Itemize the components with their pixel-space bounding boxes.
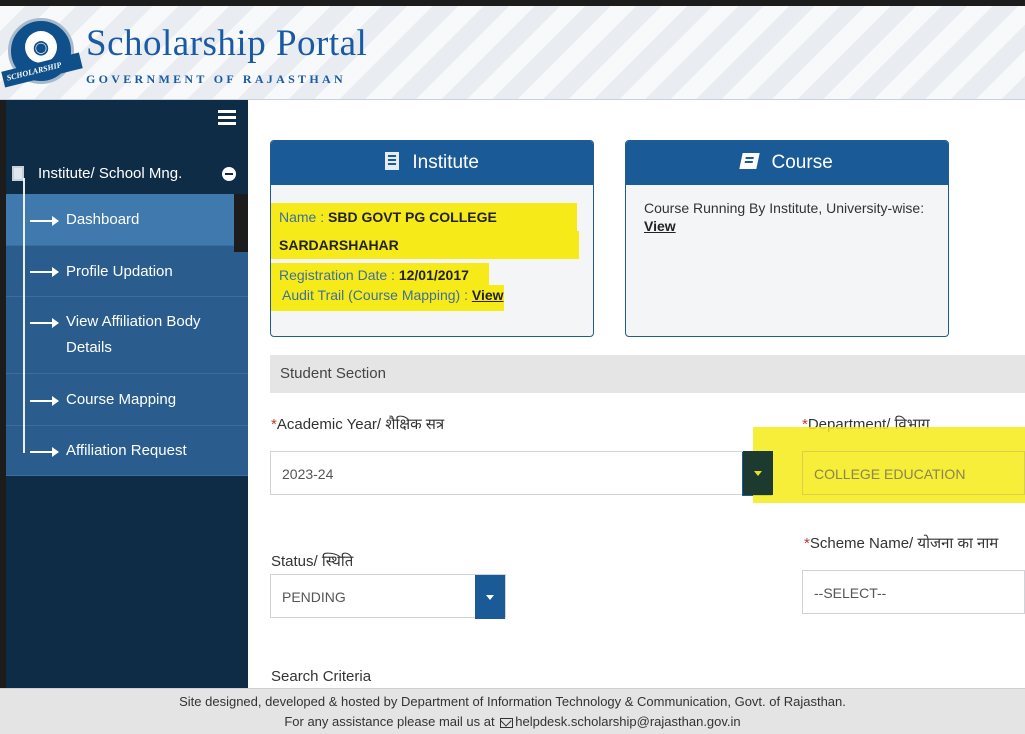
academic-year-select[interactable]: 2023-24 [270, 451, 773, 496]
footer-credit: Site designed, developed & hosted by Dep… [179, 694, 846, 709]
sidebar-item-label: Course Mapping [66, 391, 177, 408]
building-icon [385, 151, 400, 170]
sidebar-item-profile-updation[interactable]: Profile Updation [6, 246, 248, 297]
chevron-down-icon [475, 575, 505, 619]
audit-trail-label: Audit Trail (Course Mapping) : [282, 287, 472, 303]
registration-date: 12/01/2017 [398, 267, 469, 283]
scheme-name-label: *Scheme Name/ योजना का नाम [804, 535, 999, 552]
sidebar-item-label: Affiliation Request [66, 442, 187, 459]
arrow-right-icon [30, 215, 59, 226]
institute-card-title: Institute [412, 152, 479, 173]
course-card: Course Course Running By Institute, Univ… [625, 140, 949, 337]
sidebar-group-label: Institute/ School Mng. [38, 165, 183, 182]
audit-trail-view-link[interactable]: View [472, 287, 504, 303]
status-select[interactable]: PENDING [270, 574, 506, 619]
sidebar-group-institute[interactable]: Institute/ School Mng. [6, 154, 248, 194]
arrow-right-icon [30, 395, 59, 406]
book-icon [739, 152, 760, 169]
sidebar-toggle-icon[interactable] [218, 110, 236, 126]
course-view-link[interactable]: View [644, 217, 940, 235]
department-select-overlay: COLLEGE EDUCATION [802, 451, 1025, 495]
sidebar-item-label: View Affiliation Body Details [66, 313, 201, 356]
course-card-header: Course [626, 141, 948, 185]
course-card-title: Course [771, 152, 833, 173]
institute-name-value-2: SARDARSHAHAR [279, 237, 399, 253]
collapse-icon[interactable] [222, 167, 236, 181]
arrow-right-icon [30, 267, 59, 277]
scheme-name-select[interactable]: --SELECT-- [802, 570, 1025, 614]
institute-card-header: Institute [271, 141, 593, 185]
academic-year-label: *Academic Year/ शैक्षिक सत्र [271, 416, 445, 433]
student-section-header: Student Section [270, 355, 1025, 393]
sidebar-item-dashboard[interactable]: Dashboard [6, 194, 248, 246]
sidebar-menu: Dashboard Profile Updation View Affiliat… [6, 194, 248, 476]
site-footer: Site designed, developed & hosted by Dep… [0, 688, 1025, 734]
arrow-right-icon [30, 318, 59, 328]
institute-card: Institute Name : SBD GOVT PG COLLEGE SAR… [270, 140, 594, 337]
portal-subtitle: GOVERNMENT OF RAJASTHAN [86, 72, 346, 86]
tree-connector [23, 178, 25, 453]
institute-name-value: SBD GOVT PG COLLEGE [328, 209, 497, 225]
sidebar-item-affiliation-request[interactable]: Affiliation Request [6, 426, 248, 476]
footer-contact: For any assistance please mail us at hel… [284, 714, 741, 729]
course-running-text: Course Running By Institute, University-… [644, 200, 925, 216]
portal-title[interactable]: Scholarship Portal [86, 22, 367, 65]
institute-card-body: Name : SBD GOVT PG COLLEGE SARDARSHAHAR … [271, 185, 593, 319]
footer-email-link[interactable]: helpdesk.scholarship@rajasthan.gov.in [515, 714, 740, 729]
site-header: ◉ SCHOLARSHIP Scholarship Portal GOVERNM… [0, 0, 1025, 100]
arrow-right-icon [30, 446, 59, 457]
sidebar: Institute/ School Mng. Dashboard Profile… [0, 100, 254, 688]
institute-name-line: Name : SBD GOVT PG COLLEGE [271, 203, 577, 231]
sidebar-item-label: Profile Updation [66, 262, 173, 280]
main-content: Institute Name : SBD GOVT PG COLLEGE SAR… [248, 100, 1025, 688]
course-card-body: Course Running By Institute, University-… [626, 185, 948, 243]
search-criteria-label: Search Criteria [271, 668, 372, 685]
sidebar-item-course-mapping[interactable]: Course Mapping [6, 374, 248, 426]
mail-icon [500, 717, 514, 728]
academic-year-caret-dark [743, 451, 773, 495]
status-label: Status/ स्थिति [271, 553, 354, 570]
sidebar-item-view-affiliation[interactable]: View Affiliation Body Details [6, 297, 248, 374]
sidebar-item-label: Dashboard [66, 211, 140, 228]
